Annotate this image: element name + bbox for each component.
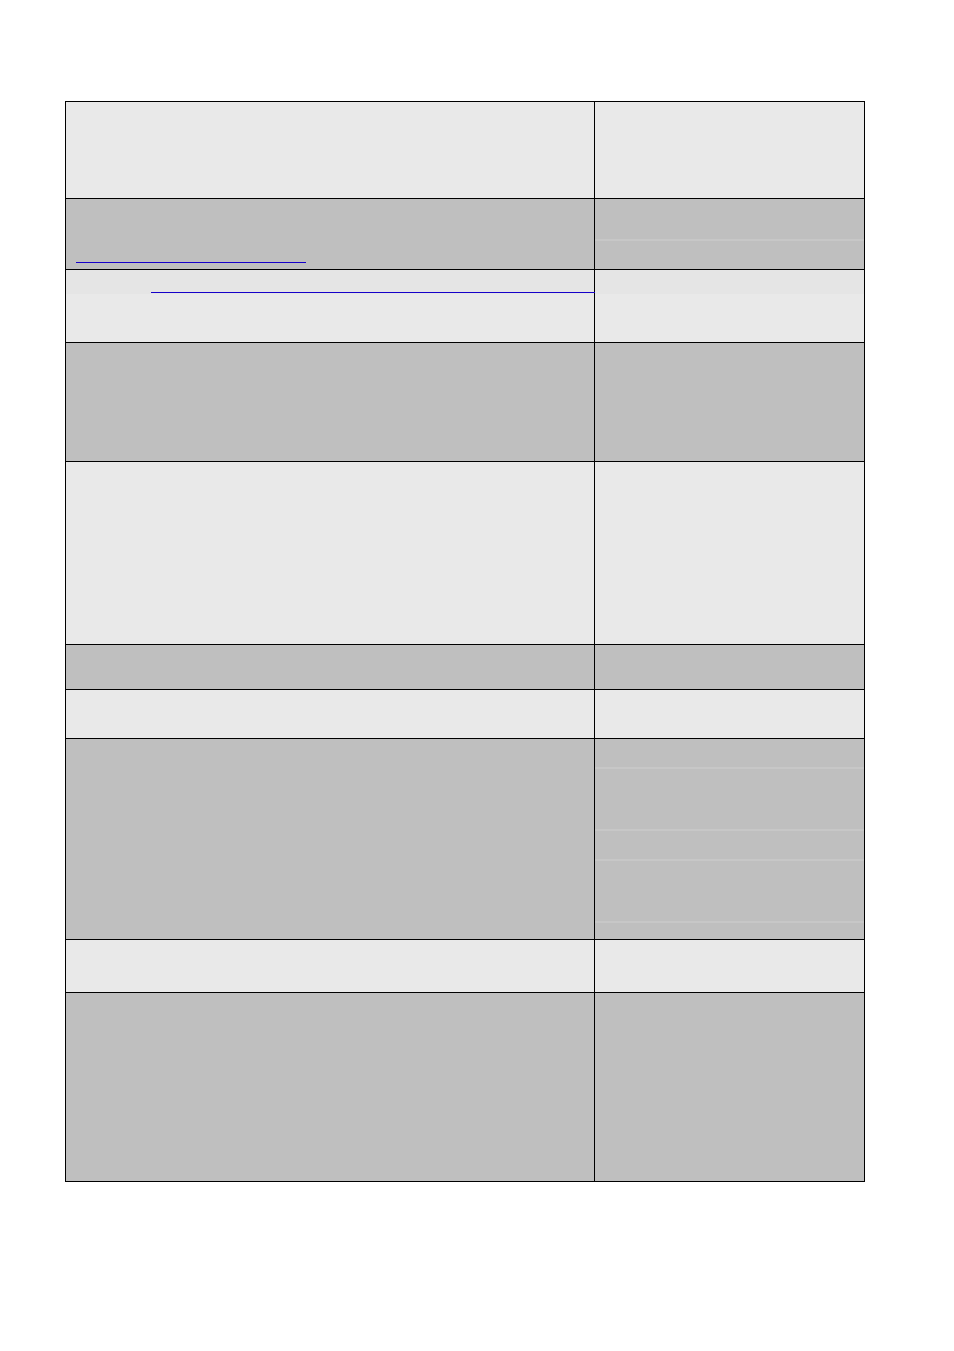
table-row xyxy=(66,462,865,645)
table-row xyxy=(66,993,865,1182)
table-row xyxy=(66,343,865,462)
cell-inner xyxy=(595,739,864,939)
link-underline-icon[interactable] xyxy=(76,262,306,263)
table-cell-left xyxy=(66,690,595,739)
table-cell-left xyxy=(66,199,595,270)
table-cell-left xyxy=(66,739,595,940)
cell-inner xyxy=(66,343,594,461)
table-cell-left xyxy=(66,462,595,645)
table-row xyxy=(66,739,865,940)
cell-inner xyxy=(595,462,864,644)
table-row xyxy=(66,690,865,739)
cell-inner xyxy=(595,993,864,1181)
subtle-band xyxy=(595,859,864,861)
table-row xyxy=(66,270,865,343)
cell-inner xyxy=(595,343,864,461)
table-cell-right xyxy=(595,645,865,690)
cell-inner xyxy=(66,690,594,738)
table-row xyxy=(66,199,865,270)
cell-inner xyxy=(66,102,594,198)
cell-inner xyxy=(66,462,594,644)
table-cell-right xyxy=(595,199,865,270)
cell-band-top xyxy=(66,270,594,294)
subtle-band xyxy=(595,767,864,769)
table-row xyxy=(66,940,865,993)
table-cell-right xyxy=(595,102,865,199)
cell-inner xyxy=(66,940,594,992)
subtle-band xyxy=(595,239,864,241)
subtle-band xyxy=(595,921,864,923)
cell-inner xyxy=(66,645,594,689)
cell-inner xyxy=(66,270,594,342)
table-cell-left xyxy=(66,993,595,1182)
cell-band-top xyxy=(595,270,864,294)
subtle-band xyxy=(595,829,864,831)
cell-inner xyxy=(595,199,864,269)
content-table xyxy=(65,101,865,1182)
table-body xyxy=(66,102,865,1182)
cell-band-bottom xyxy=(66,294,594,342)
table-cell-left xyxy=(66,645,595,690)
cell-inner xyxy=(595,940,864,992)
table-cell-left xyxy=(66,940,595,993)
table-cell-left xyxy=(66,102,595,199)
cell-inner xyxy=(66,199,594,269)
cell-inner xyxy=(595,645,864,689)
cell-inner xyxy=(595,690,864,738)
cell-inner xyxy=(66,739,594,939)
table-cell-right xyxy=(595,940,865,993)
table-cell-right xyxy=(595,739,865,940)
table-cell-right xyxy=(595,343,865,462)
table-cell-right xyxy=(595,462,865,645)
table-row xyxy=(66,102,865,199)
table-cell-right xyxy=(595,690,865,739)
table-cell-left xyxy=(66,270,595,343)
cell-inner xyxy=(66,993,594,1181)
cell-inner xyxy=(595,270,864,342)
table-row xyxy=(66,645,865,690)
table-cell-right xyxy=(595,270,865,343)
cell-inner xyxy=(595,102,864,198)
cell-band-bottom xyxy=(595,294,864,342)
table-cell-left xyxy=(66,343,595,462)
table-cell-right xyxy=(595,993,865,1182)
